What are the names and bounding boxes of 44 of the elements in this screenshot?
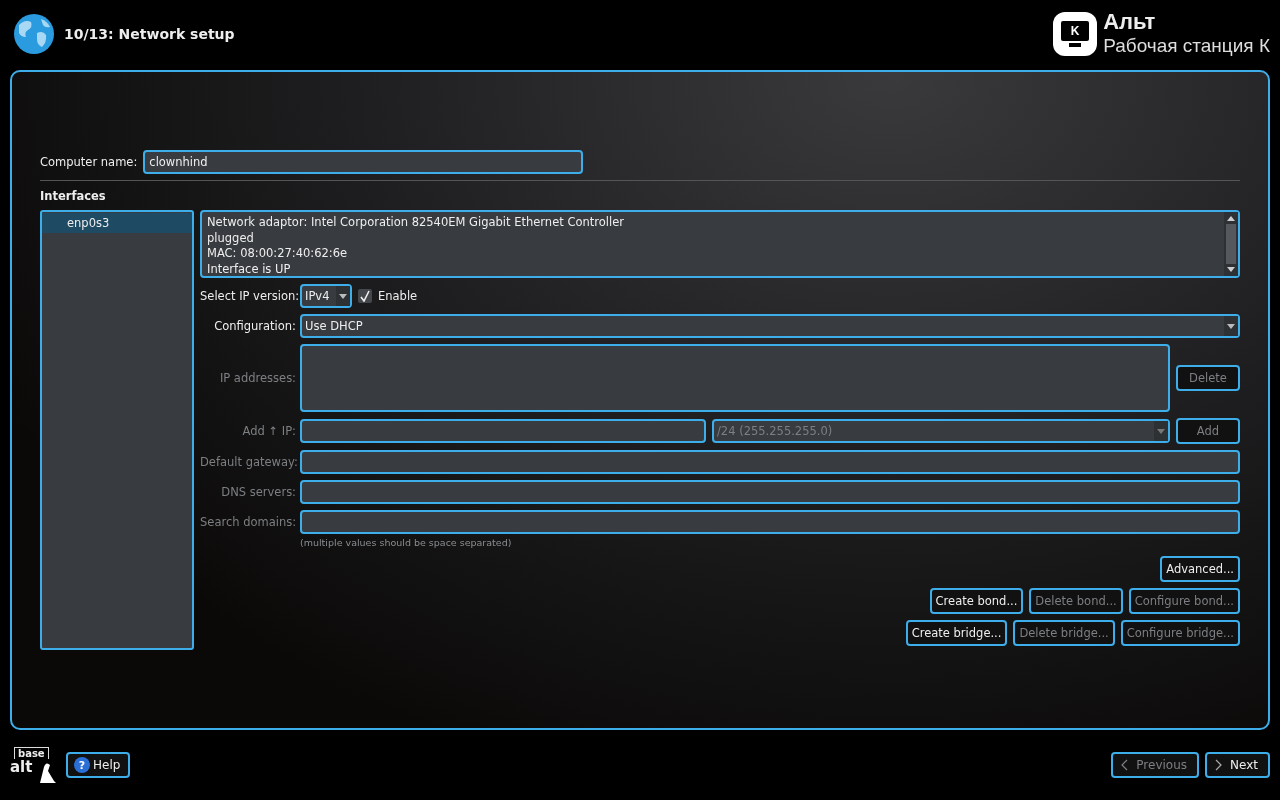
brand-product: Рабочая станция К — [1103, 34, 1270, 58]
scrollbar[interactable] — [1224, 212, 1238, 276]
basealt-logo: base alt — [10, 747, 58, 783]
action-button[interactable]: Create bridge... — [905, 620, 1008, 646]
interface-item[interactable]: enp0s3 — [42, 213, 192, 233]
info-line: plugged — [207, 230, 255, 246]
chevron-left-icon — [1121, 759, 1129, 771]
action-button[interactable]: Advanced... — [1160, 556, 1240, 582]
field-label: Search domains: — [200, 515, 296, 529]
help-button[interactable]: ? Help — [66, 752, 131, 778]
scroll-down-icon[interactable] — [1227, 267, 1235, 273]
section-heading: Interfaces — [40, 189, 107, 203]
ip-addresses-list[interactable] — [300, 344, 1170, 412]
info-line: MAC: 08:00:27:40:62:6e — [207, 246, 349, 262]
checkbox-label: Enable — [378, 289, 418, 303]
text-field[interactable] — [300, 450, 1240, 474]
field-label: Default gateway: — [200, 455, 296, 469]
computer-name-field[interactable]: clownhind — [143, 150, 584, 174]
field-label: DNS servers: — [220, 485, 296, 499]
dropdown-arrow-icon — [1157, 428, 1165, 434]
info-line: Interface is UP — [207, 261, 292, 276]
monitor-logo-icon: K — [1053, 12, 1098, 56]
action-button[interactable]: Create bond... — [929, 588, 1024, 614]
ip-version-select[interactable]: IPv4 — [300, 284, 352, 308]
globe-icon — [13, 13, 55, 55]
hint-text: (multiple values should be space separated) — [300, 537, 513, 548]
brand-name: Альт — [1103, 10, 1157, 34]
step-title: 10/13: Network setup — [64, 26, 235, 42]
dropdown-arrow-icon — [1227, 323, 1235, 329]
next-button[interactable]: Next — [1205, 752, 1270, 778]
configuration-select[interactable]: Use DHCP — [300, 314, 1240, 338]
field-label: Configuration: — [213, 319, 296, 333]
text-field[interactable] — [300, 510, 1240, 534]
info-line: Network adaptor: Intel Corporation 82540EM Gigabit Ethernet Controller — [207, 215, 625, 231]
field-label: Computer name: — [40, 155, 138, 169]
dropdown-arrow-icon — [339, 293, 347, 299]
field-label: Select IP version: — [200, 289, 296, 303]
text-field[interactable] — [300, 480, 1240, 504]
scroll-up-icon[interactable] — [1227, 215, 1235, 221]
field-label: IP addresses: — [218, 371, 296, 385]
enable-checkbox[interactable] — [358, 289, 372, 303]
chevron-right-icon — [1215, 759, 1223, 771]
ip-input-field[interactable] — [300, 419, 706, 443]
field-label: Add ↑ IP: — [241, 424, 296, 438]
